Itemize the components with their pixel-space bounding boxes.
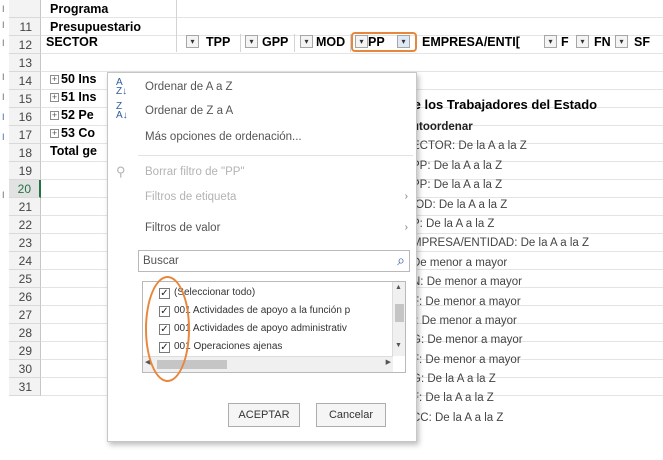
expand-icon[interactable]: + (50, 129, 59, 138)
filter-button-empresa[interactable]: ▾ (544, 35, 557, 48)
header-fn: FN (594, 35, 611, 49)
row-header[interactable]: 30 (9, 360, 41, 378)
clear-filter-icon: ⚲ (116, 164, 126, 179)
sort-descending-icon: Z A↓ (116, 101, 128, 121)
more-sort-options-item[interactable]: Más opciones de ordenación... (108, 126, 416, 148)
header-gpp: GPP (262, 35, 289, 49)
submenu-arrow-icon: › (404, 191, 408, 202)
outline-gutter: III III II (2, 4, 5, 200)
header-tpp: TPP (206, 35, 231, 49)
cancel-button[interactable]: Cancelar (316, 403, 386, 427)
filter-button-sector[interactable]: ▾ (186, 35, 199, 48)
row-header[interactable]: 25 (9, 270, 41, 288)
list-item: G: De la A a la Z (412, 373, 496, 386)
list-item: De menor a mayor (412, 256, 508, 269)
list-item: MPRESA/ENTIDAD: De la A a la Z (412, 237, 590, 250)
header-empresa: EMPRESA/ENTI[ (422, 35, 520, 49)
filter-button-fn[interactable]: ▾ (615, 35, 628, 48)
row-header[interactable]: 29 (9, 342, 41, 360)
header-sf: SF (634, 35, 650, 49)
pp-value-cell: le los Trabajadores del Estado (410, 97, 598, 112)
list-item: IOD: De la A a la Z (412, 198, 508, 211)
list-item: G: De menor a mayor (412, 334, 523, 347)
search-icon: ⌕ (397, 252, 405, 268)
grand-total-row[interactable]: Total ge (50, 142, 97, 160)
list-item: F: De menor a mayor (412, 295, 521, 308)
scroll-up-icon[interactable]: ▲ (395, 284, 402, 291)
accept-button[interactable]: ACEPTAR (228, 403, 300, 427)
pp-filter-highlight (351, 32, 417, 52)
filter-button-gpp[interactable]: ▾ (300, 35, 313, 48)
scroll-down-icon[interactable]: ▼ (395, 342, 402, 349)
row-header[interactable] (9, 0, 41, 18)
list-item: PP: De la A a la Z (412, 179, 503, 192)
submenu-arrow-icon: › (404, 222, 408, 233)
row-header[interactable]: 31 (9, 378, 41, 396)
table-row[interactable]: +53 Co (50, 124, 95, 142)
table-row[interactable]: +52 Pe (50, 106, 94, 124)
search-input[interactable] (143, 253, 383, 269)
list-item: I: De menor a mayor (412, 314, 517, 327)
row-header[interactable]: 27 (9, 306, 41, 324)
expand-icon[interactable]: + (50, 75, 59, 84)
search-box[interactable]: ⌕ (138, 250, 410, 272)
value-filters-item[interactable]: Filtros de valor › (108, 217, 416, 239)
table-row[interactable]: +51 Ins (50, 88, 96, 106)
vertical-scrollbar[interactable]: ▲ ▼ (392, 282, 405, 356)
table-row[interactable]: +50 Ins (50, 70, 96, 88)
sort-ascending-icon: A Z↓ (116, 77, 128, 97)
scroll-thumb[interactable] (395, 304, 404, 322)
autosort-heading: utoordenar (412, 121, 473, 133)
row-header[interactable]: 22 (9, 216, 41, 234)
grid-line (41, 53, 663, 54)
row-header[interactable]: 26 (9, 288, 41, 306)
filter-dropdown-menu: A Z↓ Ordenar de A a Z Z A↓ Ordenar de Z a … (107, 72, 417, 442)
header-f: F (561, 35, 569, 49)
row-header[interactable]: 21 (9, 198, 41, 216)
menu-separator (138, 155, 413, 156)
header-sector: SECTOR (46, 35, 98, 49)
filter-button-f[interactable]: ▾ (576, 35, 589, 48)
pivot-title-line2: Presupuestario (50, 20, 142, 34)
row-header[interactable]: 12 (9, 36, 41, 54)
checkbox-highlight-annotation (145, 276, 190, 382)
row-header[interactable]: 17 (9, 126, 41, 144)
sort-za-item[interactable]: Z A↓ Ordenar de Z a A (108, 100, 416, 122)
list-item: ECTOR: De la A a la Z (412, 140, 527, 153)
list-item: CC: De la A a la Z (412, 411, 504, 424)
row-header[interactable]: 23 (9, 234, 41, 252)
header-mod: MOD (316, 35, 346, 49)
row-header[interactable]: 13 (9, 54, 41, 72)
sort-az-item[interactable]: A Z↓ Ordenar de A a Z (108, 76, 416, 98)
row-header[interactable]: 15 (9, 90, 41, 108)
row-header[interactable]: 11 (9, 18, 41, 36)
row-header[interactable]: 20 (9, 180, 41, 198)
row-header[interactable]: 24 (9, 252, 41, 270)
filter-button-tpp[interactable]: ▾ (245, 35, 258, 48)
expand-icon[interactable]: + (50, 93, 59, 102)
clear-filter-item[interactable]: ⚲ Borrar filtro de "PP" (108, 161, 416, 183)
label-filters-item[interactable]: Filtros de etiqueta › (108, 186, 416, 208)
row-header[interactable]: 19 (9, 162, 41, 180)
list-item: PP: De la A a la Z (412, 159, 503, 172)
list-item: P: De la A a la Z (412, 217, 495, 230)
autosort-list: utoordenar ECTOR: De la A a la Z PP: De la… (412, 118, 589, 428)
row-header[interactable]: 18 (9, 144, 41, 162)
row-header[interactable]: 14 (9, 72, 41, 90)
list-item: F: De la A a la Z (412, 392, 494, 405)
list-item: F: De menor a mayor (412, 353, 521, 366)
row-header[interactable]: 28 (9, 324, 41, 342)
row-header[interactable]: 16 (9, 108, 41, 126)
expand-icon[interactable]: + (50, 111, 59, 120)
pivot-title-line1: Programa (50, 2, 109, 16)
list-item: N: De menor a mayor (412, 276, 522, 289)
scroll-right-icon[interactable]: ▶ (386, 358, 391, 366)
